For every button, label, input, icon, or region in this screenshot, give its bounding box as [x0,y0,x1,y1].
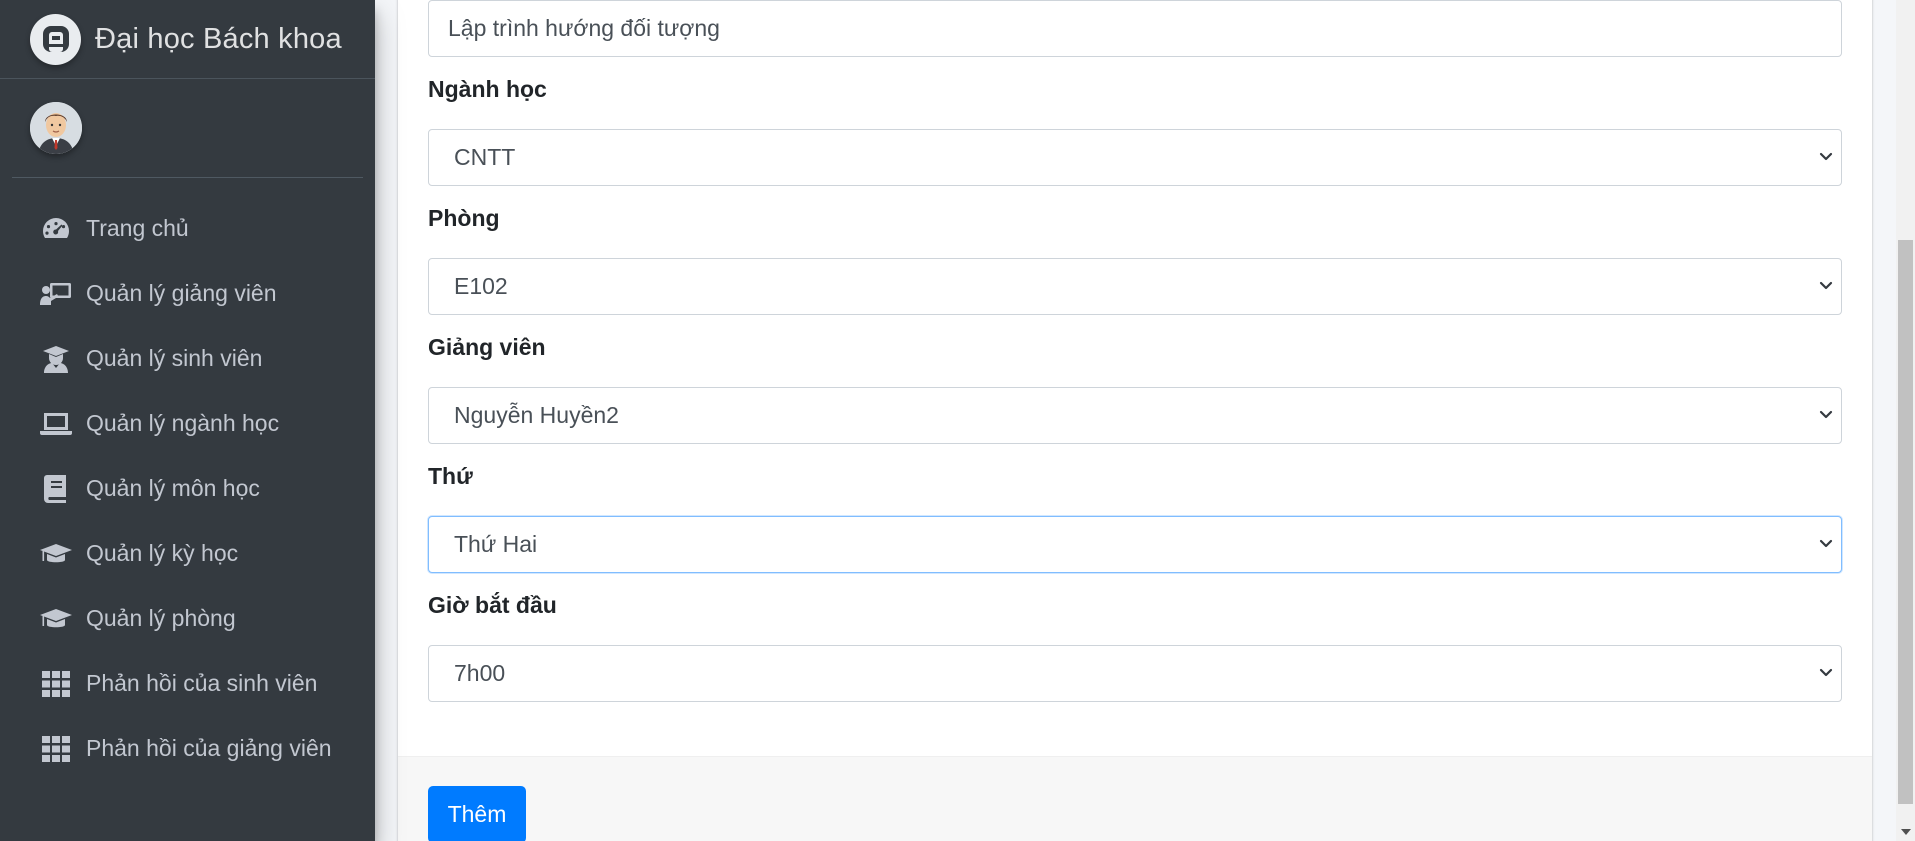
sidebar-item-lecturers[interactable]: Quản lý giảng viên [0,261,375,326]
book-icon [40,474,72,503]
scroll-down-arrow-icon[interactable] [1896,822,1915,841]
brand-name: Đại học Bách khoa [95,22,342,55]
user-avatar[interactable] [30,102,82,154]
sidebar-item-label: Quản lý giảng viên [86,280,277,306]
form-footer: Thêm [398,756,1872,841]
major-select-value: CNTT [454,144,516,170]
sidebar-nav: Trang chủ Quản lý giảng viên Quản lý sin… [0,196,375,781]
start-time-field: 7h00 [428,645,1842,702]
add-button[interactable]: Thêm [428,786,526,841]
laptop-icon [40,410,72,438]
graduation-cap-icon [40,605,72,633]
lecturer-field: Nguyễn Huyền2 [428,387,1842,444]
brand-a-logo-icon [30,13,81,65]
subject-name-input[interactable]: Lập trình hướng đối tượng [428,0,1842,57]
sidebar-item-label: Quản lý phòng [86,605,236,631]
weekday-field: Thứ Hai [428,516,1842,573]
sidebar-item-student-feedback[interactable]: Phản hồi của sinh viên [0,651,375,716]
start-time-label: Giờ bắt đầu [428,592,557,618]
add-class-form-card: Lập trình hướng đối tượng Ngành học CNTT… [398,0,1872,841]
brand-link[interactable]: Đại học Bách khoa [0,0,375,79]
subject-name-field: Lập trình hướng đối tượng [428,0,1842,57]
page-scrollbar[interactable] [1896,0,1915,841]
chevron-down-icon [1819,536,1833,554]
sidebar-item-label: Quản lý môn học [86,475,260,501]
sidebar-item-semesters[interactable]: Quản lý kỳ học [0,521,375,586]
lecturer-label: Giảng viên [428,334,546,360]
sidebar-item-lecturer-feedback[interactable]: Phản hồi của giảng viên [0,716,375,781]
subject-name-value: Lập trình hướng đối tượng [448,15,720,41]
form-body: Lập trình hướng đối tượng Ngành học CNTT… [398,0,1872,756]
lecturer-select[interactable]: Nguyễn Huyền2 [428,387,1842,444]
major-field: CNTT [428,129,1842,186]
sidebar-item-label: Quản lý sinh viên [86,345,263,371]
sidebar-item-majors[interactable]: Quản lý ngành học [0,391,375,456]
sidebar: Đại học Bách khoa Trang chủ Quản lý giản… [0,0,375,841]
sidebar-item-students[interactable]: Quản lý sinh viên [0,326,375,391]
dashboard-icon [40,215,72,243]
sidebar-item-label: Phản hồi của giảng viên [86,735,332,761]
sidebar-item-subjects[interactable]: Quản lý môn học [0,456,375,521]
start-time-select-value: 7h00 [454,660,506,686]
room-field: E102 [428,258,1842,315]
scrollbar-thumb[interactable] [1898,240,1913,804]
teacher-icon [40,280,72,308]
start-time-select[interactable]: 7h00 [428,645,1842,702]
major-label: Ngành học [428,76,547,102]
grid-icon [40,735,72,763]
weekday-label: Thứ [428,463,473,489]
room-select[interactable]: E102 [428,258,1842,315]
user-panel [12,79,363,178]
sidebar-item-label: Phản hồi của sinh viên [86,670,318,696]
sidebar-item-label: Quản lý ngành học [86,410,280,436]
chevron-down-icon [1819,149,1833,167]
sidebar-item-label: Trang chủ [86,215,189,241]
room-label: Phòng [428,205,500,231]
room-select-value: E102 [454,273,508,299]
lecturer-select-value: Nguyễn Huyền2 [454,402,619,428]
chevron-down-icon [1819,665,1833,683]
sidebar-item-rooms[interactable]: Quản lý phòng [0,586,375,651]
student-icon [40,345,72,373]
major-select[interactable]: CNTT [428,129,1842,186]
weekday-select[interactable]: Thứ Hai [428,516,1842,573]
graduation-cap-icon [40,540,72,568]
sidebar-item-label: Quản lý kỳ học [86,540,239,566]
weekday-select-value: Thứ Hai [454,531,538,557]
chevron-down-icon [1819,278,1833,296]
chevron-down-icon [1819,407,1833,425]
sidebar-item-home[interactable]: Trang chủ [0,196,375,261]
grid-icon [40,670,72,698]
